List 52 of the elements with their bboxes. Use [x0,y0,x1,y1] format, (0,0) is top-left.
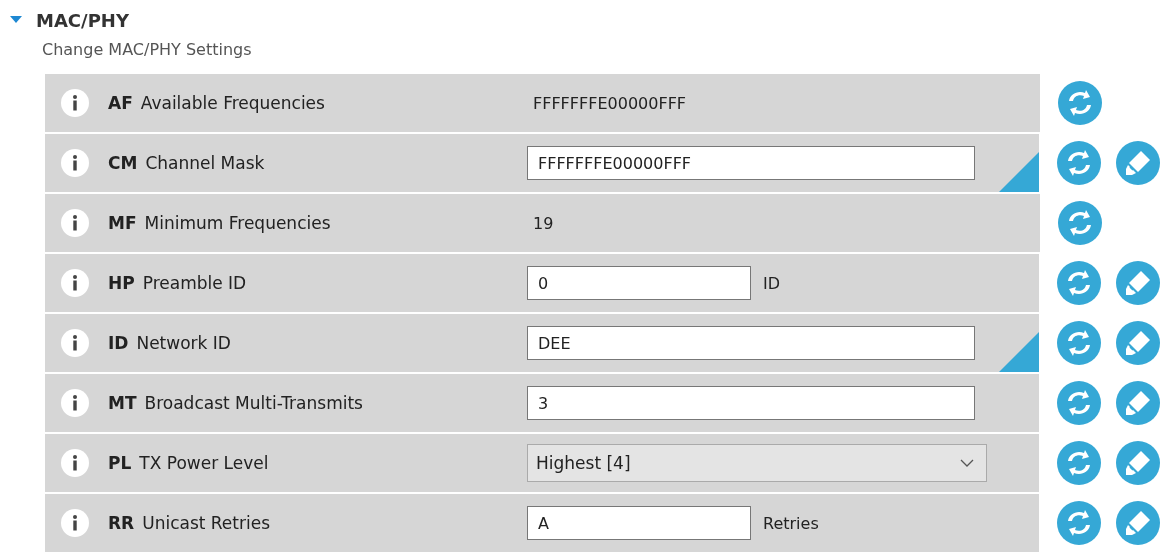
setting-code: ID [108,333,129,353]
info-icon[interactable] [61,149,89,177]
setting-name: TX Power Level [139,453,270,473]
info-icon[interactable] [61,509,89,537]
setting-value: 19 [532,213,554,233]
setting-code: PL [108,453,132,473]
setting-value: FFFFFFFE00000FFF [532,93,687,113]
input-field[interactable]: 0 [527,266,751,300]
input-field[interactable]: DEE [527,326,975,360]
chevron-down-icon [960,459,974,467]
pencil-icon[interactable] [1116,321,1160,365]
section-title: MAC/PHY [36,9,129,31]
setting-code: HP [108,273,135,293]
info-icon[interactable] [61,269,89,297]
unit-label: ID [763,273,781,293]
info-icon[interactable] [61,449,89,477]
setting-name: Minimum Frequencies [144,213,332,233]
refresh-icon[interactable] [1057,501,1101,545]
pencil-icon[interactable] [1116,141,1160,185]
pencil-icon[interactable] [1116,501,1160,545]
unit-label: Retries [763,513,819,533]
setting-name: Available Frequencies [140,93,326,113]
refresh-icon[interactable] [1058,201,1102,245]
info-icon[interactable] [61,329,89,357]
setting-code: RR [108,513,135,533]
input-field[interactable]: FFFFFFFE00000FFF [527,146,975,180]
info-icon[interactable] [61,89,89,117]
setting-code: CM [108,153,138,173]
setting-code: MF [108,213,137,233]
info-icon[interactable] [61,209,89,237]
section-subtitle: Change MAC/PHY Settings [42,40,253,61]
dropdown[interactable]: Highest [4] [527,444,987,482]
pencil-icon[interactable] [1116,261,1160,305]
refresh-icon[interactable] [1057,141,1101,185]
refresh-icon[interactable] [1057,261,1101,305]
pencil-icon[interactable] [1116,441,1160,485]
setting-code: MT [108,393,137,413]
setting-name: Channel Mask [145,153,266,173]
setting-code: AF [108,93,133,113]
setting-name: Preamble ID [142,273,248,293]
refresh-icon[interactable] [1057,441,1101,485]
collapse-arrow-icon[interactable] [10,16,22,24]
input-field[interactable]: 3 [527,386,975,420]
refresh-icon[interactable] [1057,321,1101,365]
refresh-icon[interactable] [1058,81,1102,125]
refresh-icon[interactable] [1057,381,1101,425]
info-icon[interactable] [61,389,89,417]
setting-name: Unicast Retries [142,513,272,533]
input-field[interactable]: A [527,506,751,540]
pencil-icon[interactable] [1116,381,1160,425]
setting-name: Network ID [136,333,232,353]
setting-name: Broadcast Multi-Transmits [144,393,364,413]
